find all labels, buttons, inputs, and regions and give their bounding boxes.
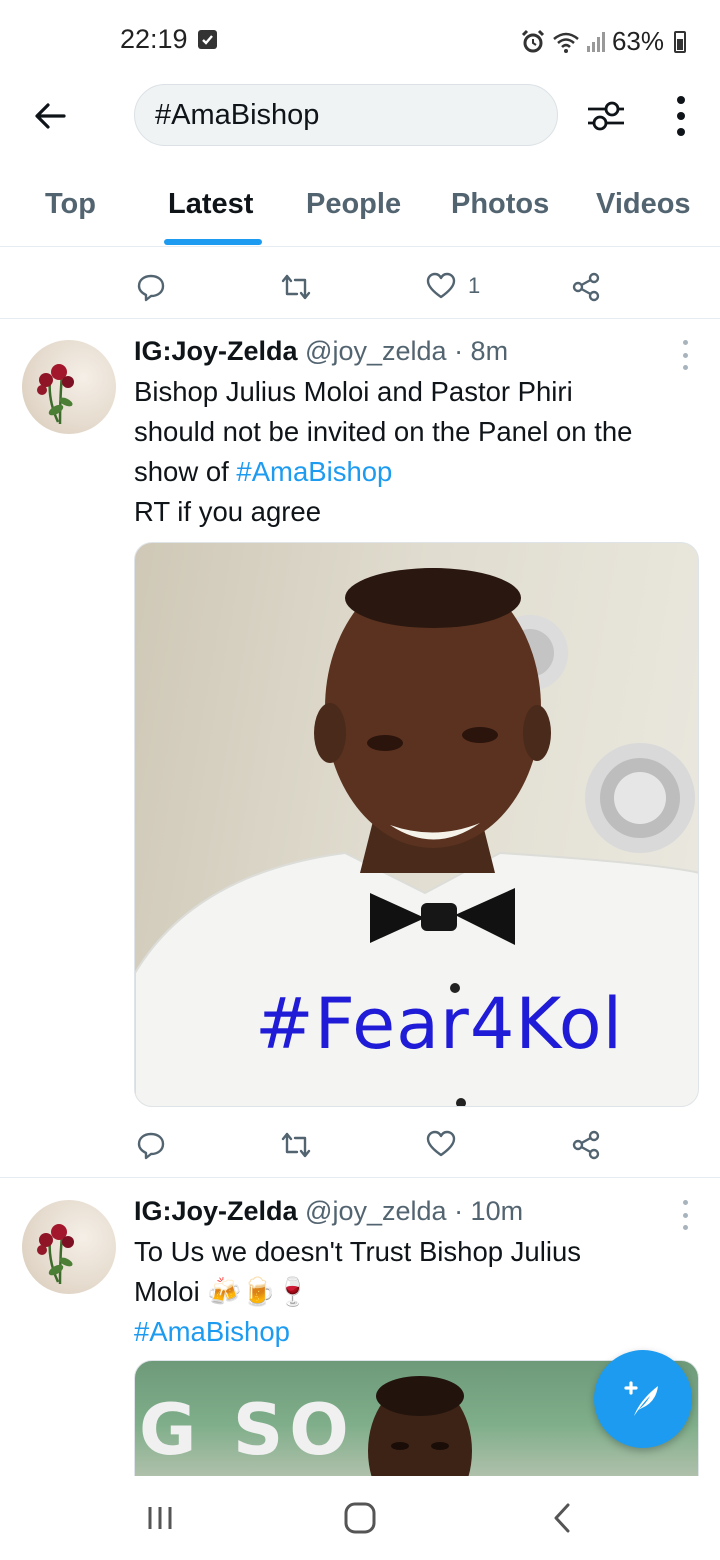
battery-percent: 63% [611,26,664,56]
recent-apps-icon [148,1507,172,1529]
reply-button[interactable] [136,272,166,302]
author-name[interactable]: IG:Joy-Zelda [134,1196,298,1226]
search-header: #AmaBishop [0,82,720,152]
tweet-line: Moloi 🍻🍺🍷 [134,1272,704,1312]
author-handle: @joy_zelda [305,336,447,366]
rose-avatar-image [37,1224,74,1285]
tweet-menu-button[interactable] [680,340,690,370]
tweet-line-text: show of [134,456,237,487]
tweet-line-text: Moloi [134,1276,208,1307]
back-icon [554,1503,570,1533]
reply-button[interactable] [136,1130,166,1160]
search-tabs: Top Latest People Photos Videos [0,170,720,247]
active-tab-indicator [164,239,262,245]
search-query: #AmaBishop [155,98,320,131]
hashtag-link[interactable]: #AmaBishop [236,456,392,487]
tweet[interactable]: IG:Joy-Zelda @joy_zelda · 8m Bishop Juli… [0,318,720,1178]
share-icon [572,1130,600,1160]
share-button[interactable] [571,1130,601,1160]
tweet-photo[interactable]: #Fear4Kol [134,542,699,1107]
retweet-button[interactable] [280,1130,312,1160]
android-navigation-bar [0,1476,720,1560]
like-button[interactable] [426,1130,456,1158]
share-button[interactable] [571,272,601,302]
filter-icon [588,101,624,131]
tweet-header: IG:Joy-Zelda @joy_zelda · 10m [134,1196,523,1227]
tweet-emojis: 🍻🍺🍷 [207,1276,311,1307]
menu-dot [682,352,688,358]
recent-apps-button[interactable] [140,1498,180,1538]
alarm-icon [521,29,545,52]
status-bar: 22:19 63% [0,0,720,82]
share-icon [572,272,600,302]
compose-icon [624,1381,658,1416]
tweet-text: Bishop Julius Moloi and Pastor Phiri sho… [134,372,704,532]
tweet-line: should not be invited on the Panel on th… [134,416,633,447]
system-back-button[interactable] [542,1498,582,1538]
compose-tweet-button[interactable] [594,1350,692,1448]
like-count: 1 [468,273,481,298]
author-handle: @joy_zelda [305,1196,447,1226]
menu-dot [682,1212,688,1218]
signal-icon [586,31,605,52]
tweet-line: Bishop Julius Moloi and Pastor Phiri [134,376,573,407]
image-caption: #Fear4Kol [255,983,624,1065]
status-indicators: 63% [520,26,686,57]
tweet-header: IG:Joy-Zelda @joy_zelda · 8m [134,336,508,367]
home-icon [344,1502,376,1534]
like-icon [426,272,456,299]
tab-videos[interactable]: Videos [596,188,691,221]
avatar[interactable] [22,1200,116,1294]
tweet-text: To Us we doesn't Trust Bishop Julius Mol… [134,1232,704,1352]
reply-icon [137,1132,165,1160]
tweet-time: · 10m [454,1196,524,1226]
reply-icon [137,274,165,302]
wifi-icon [553,32,579,53]
tweet-menu-button[interactable] [680,1200,690,1230]
like-button[interactable]: 1 [426,272,480,300]
menu-dot [682,340,688,345]
avatar[interactable] [22,340,116,434]
battery-icon [674,30,686,53]
more-options-button[interactable] [664,94,698,138]
tweet-line: RT if you agree [134,496,322,527]
tab-people[interactable]: People [306,188,401,221]
notification-check-icon [198,30,217,49]
search-filter-button[interactable] [584,94,628,138]
retweet-button[interactable] [280,272,312,302]
hashtag-link[interactable]: #AmaBishop [134,1312,704,1352]
search-input[interactable]: #AmaBishop [134,84,558,146]
author-name[interactable]: IG:Joy-Zelda [134,336,298,366]
more-icon-dot [677,112,685,120]
more-icon-dot [677,128,685,136]
menu-dot [682,365,688,370]
tab-top[interactable]: Top [45,188,96,221]
tweet-time: · 8m [454,336,509,366]
like-icon [426,1130,456,1157]
tweet-actions [0,1108,720,1180]
tweet-line: To Us we doesn't Trust Bishop Julius [134,1236,581,1267]
status-time: 22:19 [120,24,188,54]
tab-photos[interactable]: Photos [451,188,549,221]
tweet-line: show of #AmaBishop [134,452,704,492]
back-button[interactable] [28,94,72,138]
retweet-icon [281,274,311,300]
menu-dot [682,1200,688,1205]
tweet-actions: 1 [0,250,720,322]
rose-avatar-image [37,364,74,425]
back-arrow-icon [35,103,66,129]
more-icon [677,96,685,104]
menu-dot [682,1225,688,1230]
tab-latest[interactable]: Latest [168,188,253,221]
retweet-icon [281,1132,311,1158]
home-button[interactable] [340,1498,380,1538]
